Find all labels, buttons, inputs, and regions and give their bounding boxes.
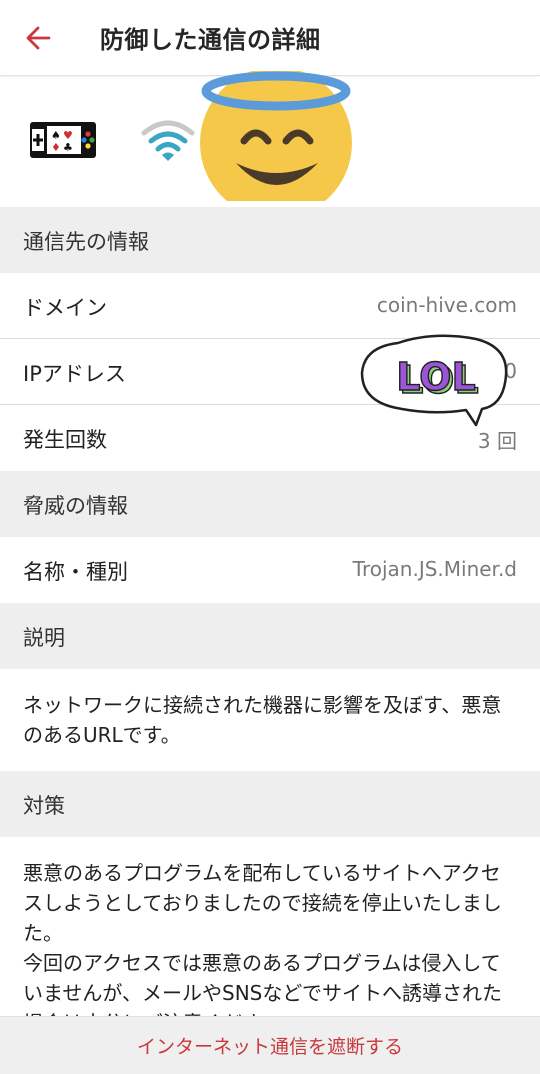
row-label: ドメイン	[23, 296, 107, 320]
svg-text:♦: ♦	[51, 141, 61, 154]
row-value: 3 回	[477, 429, 517, 453]
section-label: 脅威の情報	[23, 494, 128, 518]
block-internet-button[interactable]: インターネット通信を遮断する	[0, 1016, 540, 1074]
description-text: ネットワークに接続された機器に影響を及ぼす、悪意のあるURLです。	[0, 669, 540, 771]
gamepad-cards-icon: ♠ ♥ ♦ ♣	[30, 122, 96, 158]
sticker-text: LOL	[396, 355, 475, 399]
app-header: 防御した通信の詳細	[0, 0, 540, 76]
device-icon-row: ♠ ♥ ♦ ♣	[0, 67, 540, 219]
section-label: 説明	[23, 626, 65, 650]
row-label: 発生回数	[23, 428, 107, 452]
section-label: 通信先の情報	[23, 230, 149, 254]
row-label: IPアドレス	[23, 362, 126, 386]
wifi-icon	[140, 117, 196, 165]
row-label: 名称・種別	[23, 560, 128, 584]
back-button[interactable]	[14, 14, 62, 62]
section-label: 対策	[23, 794, 65, 818]
row-value: coin-hive.com	[376, 293, 517, 317]
section-description: 説明	[0, 603, 540, 669]
section-threat-info: 脅威の情報	[0, 471, 540, 537]
block-internet-label: インターネット通信を遮断する	[136, 1036, 403, 1058]
page-title: 防御した通信の詳細	[100, 26, 321, 54]
arrow-left-icon	[26, 26, 51, 50]
row-threat-name: 名称・種別 Trojan.JS.Miner.d	[0, 537, 540, 603]
countermeasure-text: 悪意のあるプログラムを配布しているサイトへアクセスしようとしておりましたので接続…	[0, 837, 540, 1016]
lol-sticker: LOL LOL	[358, 329, 510, 429]
row-value: Trojan.JS.Miner.d	[352, 557, 517, 581]
smiling-face-with-halo-emoji	[198, 67, 356, 219]
section-countermeasure: 対策	[0, 771, 540, 837]
section-destination-info: 通信先の情報	[0, 207, 540, 273]
svg-text:♣: ♣	[63, 141, 73, 154]
